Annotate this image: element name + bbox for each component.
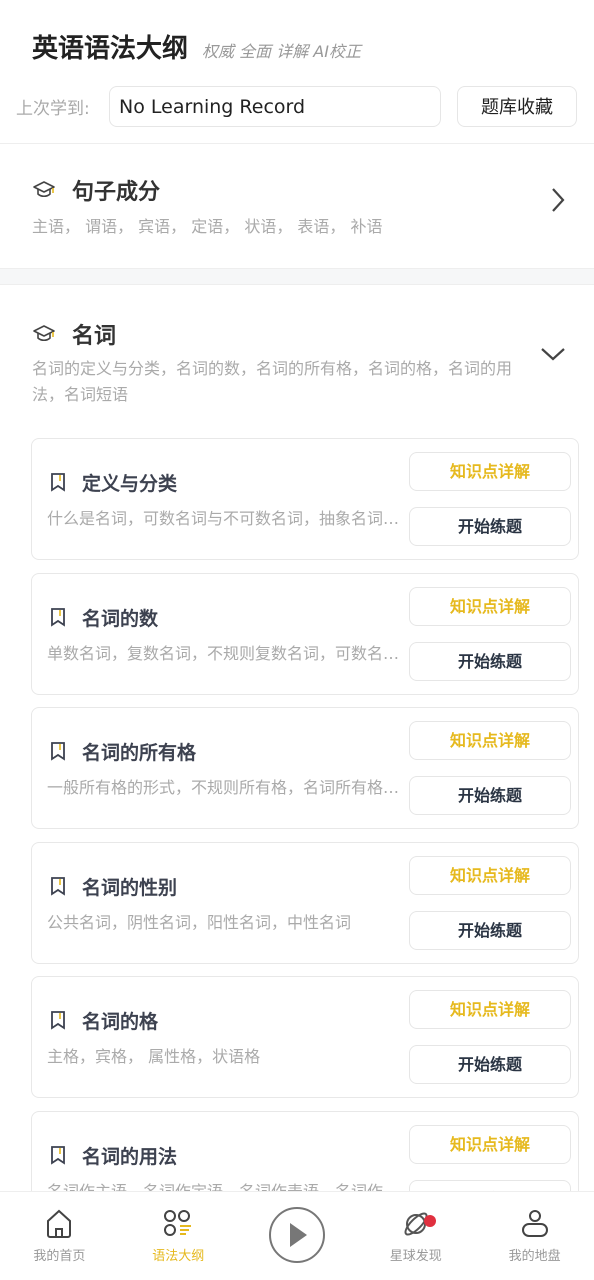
nav-label: 我的首页 (33, 1249, 86, 1264)
topic-desc: 公共名词，阴性名词，阳性名词，中性名词 (47, 912, 352, 932)
nav-profile[interactable]: 我的地盘 (475, 1192, 594, 1280)
topic-desc: 一般所有格的形式，不规则所有格，名词所有格的用法 (47, 778, 402, 798)
home-icon (47, 1209, 72, 1238)
topic-desc: 主格，宾格， 属性格，状语格 (47, 1047, 261, 1067)
section-title: 句子成分 (72, 180, 161, 205)
nav-label: 我的地盘 (508, 1249, 561, 1264)
topic-card[interactable]: 名词的所有格 一般所有格的形式，不规则所有格，名词所有格的用法 知识点详解 开始… (31, 707, 579, 830)
topic-card[interactable]: 定义与分类 什么是名词，可数名词与不可数名词，抽象名词，具体名词 知识点详解 开… (31, 438, 579, 560)
page-title: 英语语法大纲 (32, 34, 189, 64)
section-nouns[interactable]: 名词 名词的定义与分类，名词的数，名词的所有格，名词的格，名词的用法，名词短语 (0, 286, 594, 426)
user-icon (521, 1210, 548, 1237)
topic-card[interactable]: 名词的数 单数名词，复数名词，不规则复数名词，可数名词的数 知识点详解 开始练题 (31, 572, 579, 695)
play-icon (268, 1207, 325, 1263)
section-title: 名词 (72, 324, 117, 349)
bookmark-icon (51, 473, 65, 492)
bottom-nav: 我的首页 语法大纲 星球发现 我的地盘 (0, 1191, 594, 1280)
nav-label: 星球发现 (389, 1249, 442, 1264)
detail-button[interactable]: 知识点详解 (409, 452, 571, 491)
topic-card[interactable]: 名词的格 主格，宾格， 属性格，状语格 知识点详解 开始练题 (31, 976, 579, 1099)
graduation-cap-icon (33, 325, 55, 342)
nav-home[interactable]: 我的首页 (0, 1192, 119, 1280)
section-sentence-components[interactable]: 句子成分 主语， 谓语， 宾语， 定语， 状语， 表语， 补语 (0, 144, 594, 268)
last-record-field[interactable]: No Learning Record (109, 86, 441, 127)
practice-button[interactable]: 开始练题 (409, 507, 571, 546)
nav-label: 语法大纲 (152, 1249, 205, 1264)
graduation-cap-icon (33, 181, 55, 198)
page-header: 英语语法大纲 权威 全面 详解 AI校正 (32, 28, 361, 65)
topic-card[interactable]: 名词的性别 公共名词，阴性名词，阳性名词，中性名词 知识点详解 开始练题 (31, 841, 579, 964)
section-desc: 主语， 谓语， 宾语， 定语， 状语， 表语， 补语 (32, 217, 383, 236)
bookmark-icon (51, 1146, 65, 1165)
bookmark-icon (51, 876, 65, 896)
section-desc: 名词的定义与分类，名词的数，名词的所有格，名词的格，名词的用法，名词短语 (32, 359, 513, 404)
topic-title: 定义与分类 (82, 473, 178, 495)
detail-button[interactable]: 知识点详解 (409, 855, 571, 895)
bookmark-icon (51, 607, 65, 627)
chevron-right-icon[interactable] (550, 186, 566, 214)
nav-outline[interactable]: 语法大纲 (119, 1192, 238, 1280)
topic-title: 名词的所有格 (82, 742, 197, 765)
practice-button[interactable]: 开始练题 (409, 1045, 571, 1085)
bookmark-icon (51, 1011, 65, 1031)
chevron-down-icon[interactable] (540, 346, 566, 362)
topic-desc: 什么是名词，可数名词与不可数名词，抽象名词，具体名词 (47, 509, 402, 528)
notification-badge (424, 1215, 437, 1227)
practice-button[interactable]: 开始练题 (409, 776, 571, 816)
detail-button[interactable]: 知识点详解 (409, 721, 571, 761)
page-subtitle: 权威 全面 详解 AI校正 (202, 42, 361, 61)
detail-button[interactable]: 知识点详解 (409, 990, 571, 1030)
nav-play[interactable] (238, 1192, 357, 1280)
last-record-row: 上次学到: No Learning Record 题库收藏 (16, 86, 578, 127)
topic-title: 名词的格 (82, 1011, 159, 1034)
last-record-label: 上次学到: (16, 99, 90, 119)
practice-button[interactable]: 开始练题 (409, 641, 571, 681)
nav-discover[interactable]: 星球发现 (356, 1192, 475, 1280)
favorites-button[interactable]: 题库收藏 (457, 86, 577, 127)
practice-button[interactable]: 开始练题 (409, 910, 571, 950)
outline-grid-icon (164, 1210, 192, 1236)
topic-title: 名词的数 (82, 607, 159, 630)
detail-button[interactable]: 知识点详解 (409, 586, 571, 626)
bookmark-icon (51, 742, 65, 761)
topic-title: 名词的用法 (82, 1146, 178, 1168)
topic-desc: 单数名词，复数名词，不规则复数名词，可数名词的数 (47, 643, 402, 663)
detail-button[interactable]: 知识点详解 (409, 1125, 571, 1164)
topic-title: 名词的性别 (82, 876, 178, 899)
section-gap (0, 268, 594, 285)
